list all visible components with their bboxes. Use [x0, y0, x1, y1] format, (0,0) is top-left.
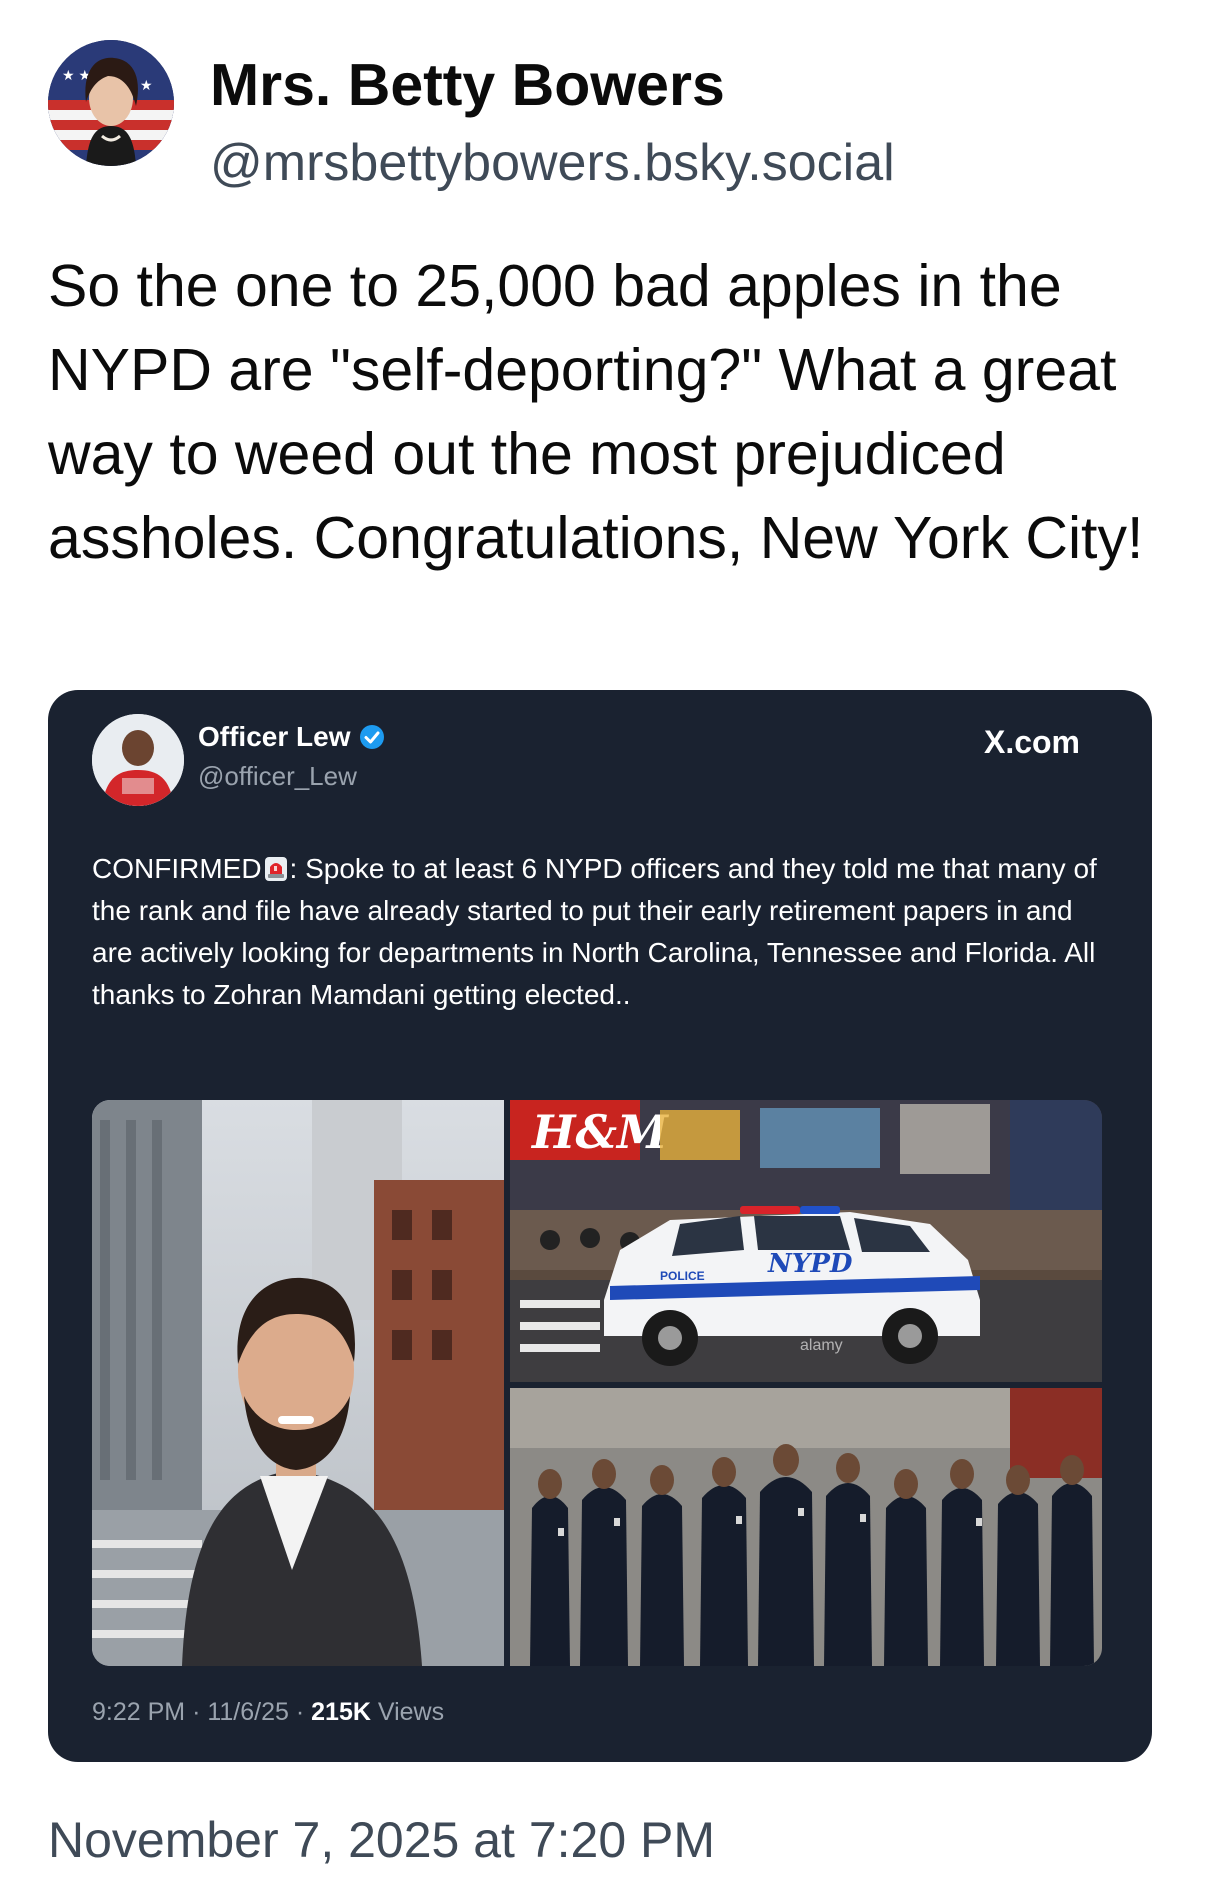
embed-author-avatar[interactable] [92, 714, 184, 806]
police-siren-icon [264, 852, 288, 881]
verified-badge-icon [358, 723, 386, 751]
author-handle[interactable]: @mrsbettybowers.bsky.social [210, 132, 895, 194]
post-timestamp[interactable]: November 7, 2025 at 7:20 PM [48, 1810, 715, 1870]
embed-media-grid[interactable]: H&M POLICE NYPD alamy [92, 1100, 1102, 1666]
post: ★ ★ ★ Mrs. Betty Bowers @mrsbettybowers.… [0, 0, 1206, 1902]
author-name[interactable]: Mrs. Betty Bowers [210, 50, 725, 120]
store-sign-text: H&M [530, 1105, 670, 1159]
photo-nypd-police-car[interactable]: H&M POLICE NYPD alamy [510, 1100, 1102, 1382]
embed-text-lead: CONFIRMED [92, 853, 262, 884]
photo-nypd-officers[interactable] [510, 1388, 1102, 1666]
embed-views-count: 215K [311, 1698, 371, 1726]
embed-source-label[interactable]: X.com [984, 722, 1080, 762]
meta-separator: · [192, 1698, 201, 1726]
embed-views-label: Views [377, 1698, 445, 1726]
photo-man-on-street[interactable] [92, 1100, 504, 1666]
embed-meta: 9:22 PM · 11/6/25 · 215K Views [92, 1696, 444, 1728]
svg-text:★: ★ [140, 77, 153, 93]
car-nypd-logo-text: NYPD [767, 1249, 853, 1279]
embed-author-name[interactable]: Officer Lew [198, 720, 350, 754]
embed-date: 11/6/25 [207, 1698, 289, 1726]
embed-author-handle[interactable]: @officer_Lew [198, 760, 357, 792]
embed-text: CONFIRMED: Spoke to at least 6 NYPD offi… [92, 848, 1102, 1016]
post-text: So the one to 25,000 bad apples in the N… [48, 253, 1144, 571]
embed-name-row: Officer Lew [198, 720, 386, 754]
embed-time: 9:22 PM [92, 1698, 186, 1726]
embedded-post-card[interactable]: Officer Lew @officer_Lew X.com CONFIRMED… [48, 690, 1152, 1762]
photo-watermark: alamy [800, 1337, 843, 1354]
car-police-text: POLICE [660, 1269, 705, 1283]
meta-separator: · [295, 1698, 305, 1726]
author-avatar[interactable]: ★ ★ ★ [48, 40, 174, 166]
